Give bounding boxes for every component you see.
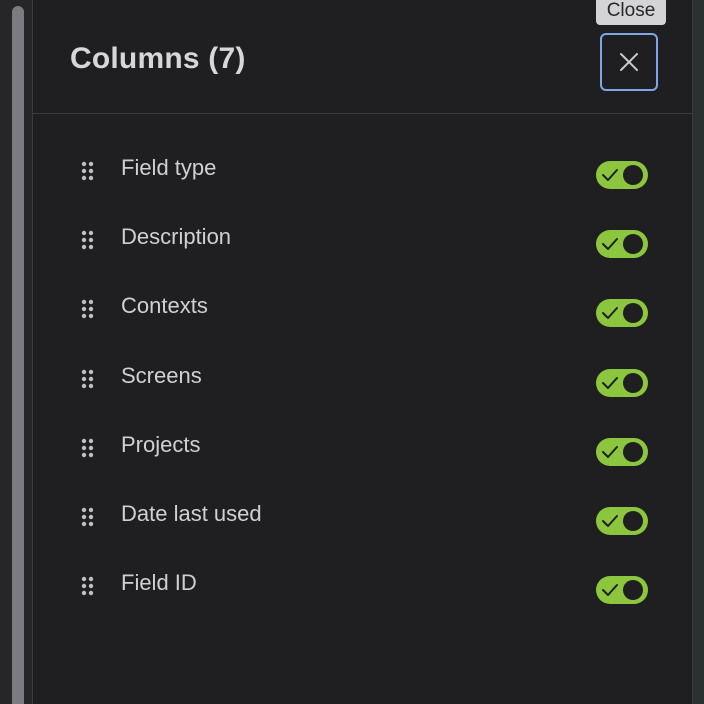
column-row[interactable]: Date last used	[33, 479, 693, 548]
close-button[interactable]	[600, 33, 658, 91]
column-row[interactable]: Field ID	[33, 548, 693, 617]
column-label: Field ID	[121, 570, 197, 595]
column-visibility-toggle[interactable]	[596, 299, 648, 327]
drag-handle-icon[interactable]	[80, 229, 96, 251]
toggle-knob	[623, 234, 643, 254]
close-tooltip: Close	[596, 0, 666, 25]
toggle-knob	[623, 511, 643, 531]
column-row[interactable]: Description	[33, 202, 693, 271]
column-visibility-toggle[interactable]	[596, 230, 648, 258]
drag-handle-icon[interactable]	[80, 575, 96, 597]
panel-header: Columns (7)	[33, 0, 693, 114]
check-icon	[602, 584, 618, 596]
column-label: Field type	[121, 155, 217, 180]
column-row[interactable]: Contexts	[33, 271, 693, 340]
column-visibility-toggle[interactable]	[596, 369, 648, 397]
column-visibility-toggle[interactable]	[596, 161, 648, 189]
scrollbar-thumb[interactable]	[12, 6, 24, 704]
check-icon	[602, 169, 618, 181]
drag-handle-icon[interactable]	[80, 298, 96, 320]
check-icon	[602, 307, 618, 319]
column-row[interactable]: Projects	[33, 410, 693, 479]
page-scroll-track	[0, 0, 33, 704]
column-label: Screens	[121, 363, 202, 388]
drag-handle-icon[interactable]	[80, 160, 96, 182]
right-edge-strip	[692, 0, 704, 704]
panel-title: Columns (7)	[70, 42, 246, 75]
drag-handle-icon[interactable]	[80, 437, 96, 459]
check-icon	[602, 446, 618, 458]
column-row[interactable]: Field type	[33, 133, 693, 202]
column-visibility-toggle[interactable]	[596, 507, 648, 535]
column-row[interactable]: Screens	[33, 341, 693, 410]
toggle-knob	[623, 373, 643, 393]
check-icon	[602, 238, 618, 250]
column-visibility-toggle[interactable]	[596, 576, 648, 604]
column-label: Date last used	[121, 501, 262, 526]
close-icon	[620, 53, 638, 71]
columns-panel: Columns (7) Field type Description Context…	[33, 0, 693, 704]
toggle-knob	[623, 442, 643, 462]
check-icon	[602, 377, 618, 389]
drag-handle-icon[interactable]	[80, 368, 96, 390]
column-label: Projects	[121, 432, 201, 457]
toggle-knob	[623, 303, 643, 323]
toggle-knob	[623, 165, 643, 185]
column-label: Description	[121, 224, 232, 249]
toggle-knob	[623, 580, 643, 600]
check-icon	[602, 515, 618, 527]
column-label: Contexts	[121, 293, 208, 318]
app-root: Columns (7) Field type Description Context…	[0, 0, 704, 704]
drag-handle-icon[interactable]	[80, 506, 96, 528]
column-visibility-toggle[interactable]	[596, 438, 648, 466]
